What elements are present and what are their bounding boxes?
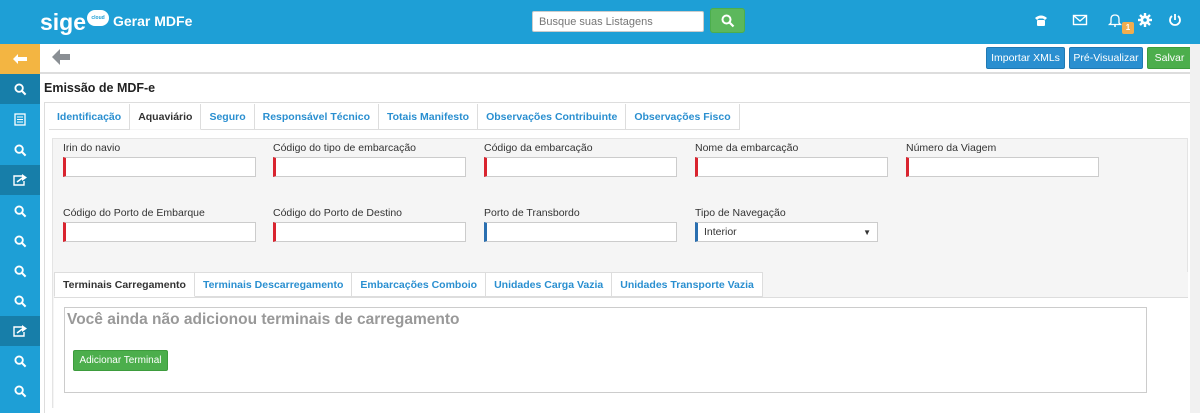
irin-input[interactable] (63, 157, 256, 177)
tipo-navegacao-value: Interior (704, 226, 737, 238)
search-icon (13, 294, 26, 307)
sidebar-item-share-2[interactable] (0, 316, 40, 346)
porto-embarque-label: Código do Porto de Embarque (63, 207, 205, 219)
notification-badge: 1 (1122, 22, 1134, 34)
add-terminal-button[interactable]: Adicionar Terminal (73, 350, 168, 371)
document-icon (14, 112, 26, 126)
tipo-navegacao-label: Tipo de Navegação (695, 207, 786, 219)
porto-embarque-input[interactable] (63, 222, 256, 242)
sidebar-item-search-5[interactable] (0, 256, 40, 286)
porto-destino-label: Código do Porto de Destino (273, 207, 402, 219)
save-button[interactable]: Salvar (1147, 47, 1192, 69)
search-icon (13, 384, 26, 397)
import-xmls-button[interactable]: Importar XMLs (986, 47, 1065, 69)
mail-icon[interactable] (1071, 12, 1089, 30)
main-tabs: Identificação Aquaviário Seguro Responsá… (49, 104, 740, 130)
main-content: Importar XMLs Pré-Visualizar Salvar Emis… (40, 44, 1200, 413)
sidebar-item-search-2[interactable] (0, 135, 40, 165)
share-icon (13, 325, 27, 337)
sidebar (0, 44, 40, 413)
search-icon (13, 82, 26, 95)
sidebar-item-search-8[interactable] (0, 376, 40, 406)
chevron-down-icon: ▼ (863, 227, 871, 237)
sidebar-item-search-3[interactable] (0, 196, 40, 226)
search-icon (13, 234, 26, 247)
tipo-embarcacao-input[interactable] (273, 157, 466, 177)
sub-tabs: Terminais Carregamento Terminais Descarr… (54, 272, 763, 298)
empty-state-message: Você ainda não adicionou terminais de ca… (67, 311, 460, 328)
toolbar: Importar XMLs Pré-Visualizar Salvar (40, 44, 1192, 74)
porto-destino-input[interactable] (273, 222, 466, 242)
sidebar-item-search-7[interactable] (0, 346, 40, 376)
tab-observacoes-contribuinte[interactable]: Observações Contribuinte (478, 104, 627, 130)
codigo-embarcacao-input[interactable] (484, 157, 677, 177)
sige-logo[interactable]: sige cloud (40, 7, 110, 37)
search-button[interactable] (710, 8, 745, 33)
logo-cloud-badge: cloud (87, 10, 110, 26)
top-navbar: sige cloud Gerar MDFe 1 (0, 0, 1200, 44)
gear-icon[interactable] (1136, 12, 1154, 30)
back-arrow-icon (13, 54, 27, 64)
tab-identificacao[interactable]: Identificação (49, 104, 131, 130)
search-icon (721, 14, 734, 27)
nome-embarcacao-input[interactable] (695, 157, 888, 177)
numero-viagem-input[interactable] (906, 157, 1099, 177)
numero-viagem-label: Número da Viagem (906, 142, 997, 154)
irin-label: Irin do navio (63, 142, 121, 154)
tab-terminais-descarregamento[interactable]: Terminais Descarregamento (194, 272, 353, 297)
tipo-embarcacao-label: Código do tipo de embarcação (273, 142, 417, 154)
search-icon (13, 143, 26, 156)
scrollbar[interactable] (1190, 44, 1200, 413)
logo-text: sige (40, 8, 87, 35)
page-title: Gerar MDFe (113, 13, 193, 29)
terminals-section: Terminais Carregamento Terminais Descarr… (54, 272, 1188, 413)
sidebar-back-button[interactable] (0, 44, 40, 74)
search-icon (13, 264, 26, 277)
porto-transbordo-input[interactable] (484, 222, 677, 242)
tab-seguro[interactable]: Seguro (201, 104, 255, 130)
search-icon (13, 354, 26, 367)
search-input[interactable] (532, 11, 704, 32)
sidebar-item-share-1[interactable] (0, 165, 40, 195)
share-icon (13, 174, 27, 186)
tipo-navegacao-select[interactable]: Interior ▼ (695, 222, 878, 242)
tab-embarcacoes-comboio[interactable]: Embarcações Comboio (352, 272, 487, 297)
codigo-embarcacao-label: Código da embarcação (484, 142, 593, 154)
empty-state-box: Você ainda não adicionou terminais de ca… (64, 307, 1147, 393)
tab-unidades-carga-vazia[interactable]: Unidades Carga Vazia (486, 272, 613, 297)
form-title: Emissão de MDF-e (44, 81, 156, 95)
tab-unidades-transporte-vazia[interactable]: Unidades Transporte Vazia (612, 272, 763, 297)
preview-button[interactable]: Pré-Visualizar (1069, 47, 1143, 69)
tab-totais-manifesto[interactable]: Totais Manifesto (379, 104, 479, 130)
tab-aquaviario[interactable]: Aquaviário (130, 104, 202, 130)
sidebar-item-search-1[interactable] (0, 74, 40, 104)
tab-terminais-carregamento[interactable]: Terminais Carregamento (54, 272, 195, 297)
sidebar-item-document[interactable] (0, 104, 40, 134)
tab-responsavel-tecnico[interactable]: Responsável Técnico (254, 104, 379, 130)
nome-embarcacao-label: Nome da embarcação (695, 142, 799, 154)
tab-observacoes-fisco[interactable]: Observações Fisco (626, 104, 740, 130)
phone-icon[interactable] (1032, 12, 1050, 30)
back-arrow-icon[interactable] (52, 49, 70, 67)
power-icon[interactable] (1166, 12, 1184, 30)
terminais-panel: Você ainda não adicionou terminais de ca… (54, 297, 1188, 413)
porto-transbordo-label: Porto de Transbordo (484, 207, 580, 219)
search-icon (13, 204, 26, 217)
sidebar-item-search-4[interactable] (0, 226, 40, 256)
sidebar-item-search-6[interactable] (0, 286, 40, 316)
